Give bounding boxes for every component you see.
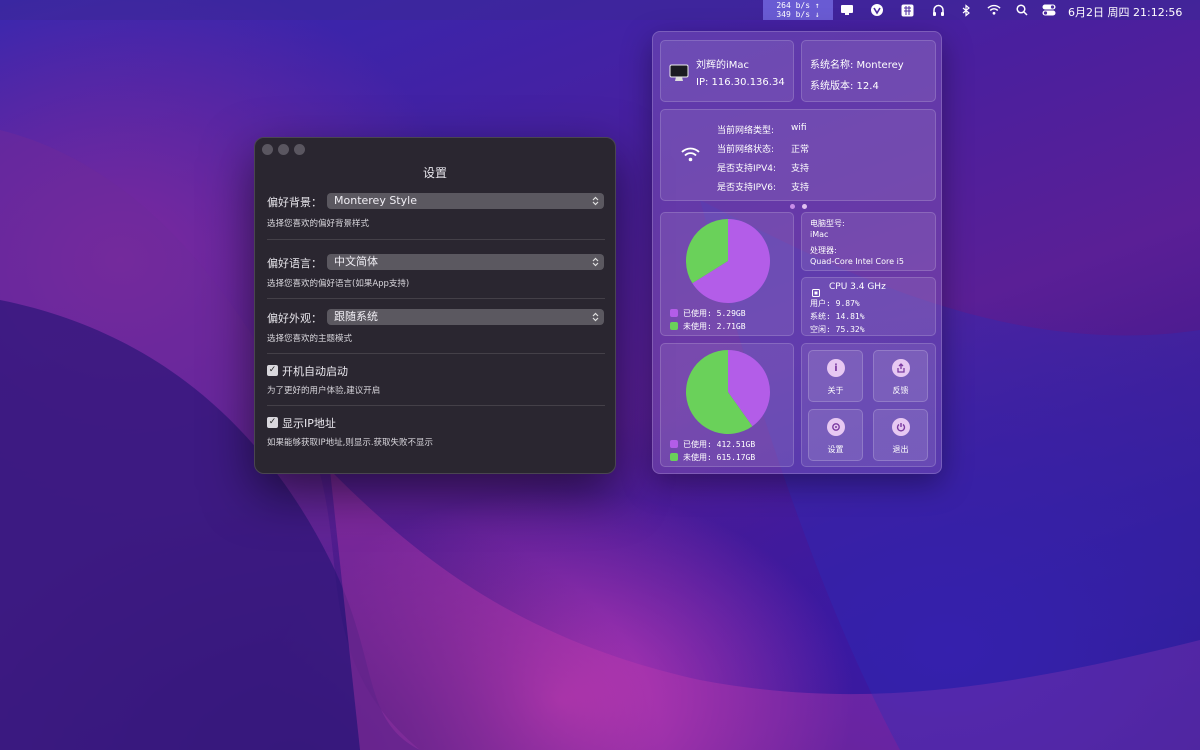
model-card: 电脑型号: iMac 处理器: Quad-Core Intel Core i5 — [801, 212, 936, 271]
device-ip: IP: 116.30.136.34 — [696, 77, 785, 88]
info-icon: i — [827, 359, 845, 377]
model-label: 电脑型号: — [810, 219, 845, 228]
network-type-label: 当前网络类型: — [717, 126, 775, 136]
system-version: 系统版本: 12.4 — [810, 81, 879, 92]
feedback-label: 反馈 — [892, 386, 909, 395]
upload-speed: 264 b/s ↑ — [776, 1, 820, 10]
cpu-title: CPU 3.4 GHz — [829, 282, 886, 292]
actions-card: i 关于 反馈 设置 退出 — [801, 343, 936, 467]
settings-label: 设置 — [827, 445, 844, 454]
free-legend-swatch — [670, 453, 678, 461]
input-method-icon[interactable] — [900, 3, 914, 17]
language-select[interactable]: 中文简体 — [327, 254, 604, 270]
headphones-icon[interactable] — [931, 3, 945, 17]
menu-clock[interactable]: 6月2日 周四 21:12:56 — [1068, 4, 1182, 20]
ipv4-label: 是否支持IPV4: — [717, 164, 776, 174]
ipv6-label: 是否支持IPV6: — [717, 183, 776, 193]
power-icon — [892, 418, 910, 436]
background-label: 偏好背景： — [267, 196, 322, 209]
monitor-icon[interactable] — [840, 3, 854, 17]
gear-icon — [827, 418, 845, 436]
system-name: 系统名称: Monterey — [810, 60, 904, 71]
show-ip-label[interactable]: 显示IP地址 — [282, 415, 336, 431]
appearance-select-value: 跟随系统 — [334, 310, 378, 323]
cpu-user: 用户: 9.87% — [810, 299, 860, 308]
share-icon — [892, 359, 910, 377]
divider — [267, 353, 605, 354]
disk-card: 已使用: 412.51GB 未使用: 615.17GB — [660, 343, 794, 467]
memory-used: 已使用: 5.29GB — [683, 309, 746, 318]
app-shield-icon[interactable] — [870, 3, 884, 17]
cpu-system: 系统: 14.81% — [810, 312, 865, 321]
chevron-updown-icon — [592, 312, 599, 328]
search-icon[interactable] — [1015, 3, 1029, 17]
network-card: 当前网络类型: wifi 当前网络状态: 正常 是否支持IPV4: 支持 是否支… — [660, 109, 936, 201]
page-dot[interactable] — [790, 204, 795, 209]
about-button[interactable]: i 关于 — [808, 350, 863, 402]
network-type-value: wifi — [791, 123, 807, 133]
cpu-idle: 空闲: 75.32% — [810, 325, 865, 334]
disk-pie-chart — [686, 350, 770, 434]
ipv4-value: 支持 — [791, 164, 810, 174]
divider — [267, 239, 605, 240]
wifi-icon — [681, 147, 700, 166]
about-label: 关于 — [827, 386, 844, 395]
show-ip-checkbox[interactable]: ✓ — [267, 417, 278, 428]
appearance-hint: 选择您喜欢的主题模式 — [267, 334, 353, 344]
network-status-label: 当前网络状态: — [717, 145, 775, 155]
cpu-model-value: Quad-Core Intel Core i5 — [810, 257, 904, 266]
background-select[interactable]: Monterey Style — [327, 193, 604, 209]
used-legend-swatch — [670, 309, 678, 317]
appearance-select[interactable]: 跟随系统 — [327, 309, 604, 325]
wifi-icon[interactable] — [987, 3, 1001, 17]
chevron-updown-icon — [592, 257, 599, 273]
download-speed: 349 b/s ↓ — [776, 10, 820, 19]
page-dot[interactable] — [802, 204, 807, 209]
imac-icon — [669, 64, 689, 86]
background-select-value: Monterey Style — [334, 194, 417, 207]
network-status-value: 正常 — [791, 145, 810, 155]
language-label: 偏好语言： — [267, 257, 322, 270]
control-center-icon[interactable] — [1042, 3, 1056, 17]
divider — [267, 298, 605, 299]
disk-free: 未使用: 615.17GB — [683, 453, 756, 462]
memory-card: 已使用: 5.29GB 未使用: 2.71GB — [660, 212, 794, 336]
background-hint: 选择您喜欢的偏好背景样式 — [267, 219, 370, 229]
system-card: 系统名称: Monterey 系统版本: 12.4 — [801, 40, 936, 102]
device-name: 刘辉的iMac — [696, 60, 750, 71]
language-select-value: 中文简体 — [334, 255, 378, 268]
feedback-button[interactable]: 反馈 — [873, 350, 928, 402]
autostart-hint: 为了更好的用户体验,建议开启 — [267, 386, 381, 396]
device-card: 刘辉的iMac IP: 116.30.136.34 — [660, 40, 794, 102]
settings-button[interactable]: 设置 — [808, 409, 863, 461]
bluetooth-icon[interactable] — [959, 3, 973, 17]
cpu-card: CPU 3.4 GHz 用户: 9.87% 系统: 14.81% 空闲: 75.… — [801, 277, 936, 336]
appearance-label: 偏好外观： — [267, 312, 322, 325]
quit-button[interactable]: 退出 — [873, 409, 928, 461]
ipv6-value: 支持 — [791, 183, 810, 193]
settings-window: 设置 偏好背景： Monterey Style 选择您喜欢的偏好背景样式 偏好语… — [254, 137, 616, 474]
model-value: iMac — [810, 230, 829, 239]
show-ip-hint: 如果能够获取IP地址,则显示.获取失败不显示 — [267, 438, 434, 448]
used-legend-swatch — [670, 440, 678, 448]
cpu-model-label: 处理器: — [810, 246, 837, 255]
minimize-button[interactable] — [278, 144, 289, 155]
network-speed-widget[interactable]: 264 b/s ↑ 349 b/s ↓ — [763, 0, 833, 20]
chevron-updown-icon — [592, 196, 599, 212]
free-legend-swatch — [670, 322, 678, 330]
divider — [267, 405, 605, 406]
window-title: 设置 — [422, 166, 447, 180]
autostart-checkbox[interactable]: ✓ — [267, 365, 278, 376]
memory-pie-chart — [686, 219, 770, 303]
system-monitor-panel: 刘辉的iMac IP: 116.30.136.34 系统名称: Monterey… — [652, 31, 942, 474]
menu-bar: 264 b/s ↑ 349 b/s ↓ 6月2日 周四 21:12:56 — [0, 0, 1200, 20]
quit-label: 退出 — [892, 445, 909, 454]
language-hint: 选择您喜欢的偏好语言(如果App支持) — [267, 279, 410, 289]
autostart-label[interactable]: 开机自动启动 — [282, 363, 348, 379]
zoom-button[interactable] — [294, 144, 305, 155]
close-button[interactable] — [262, 144, 273, 155]
disk-used: 已使用: 412.51GB — [683, 440, 756, 449]
memory-free: 未使用: 2.71GB — [683, 322, 746, 331]
